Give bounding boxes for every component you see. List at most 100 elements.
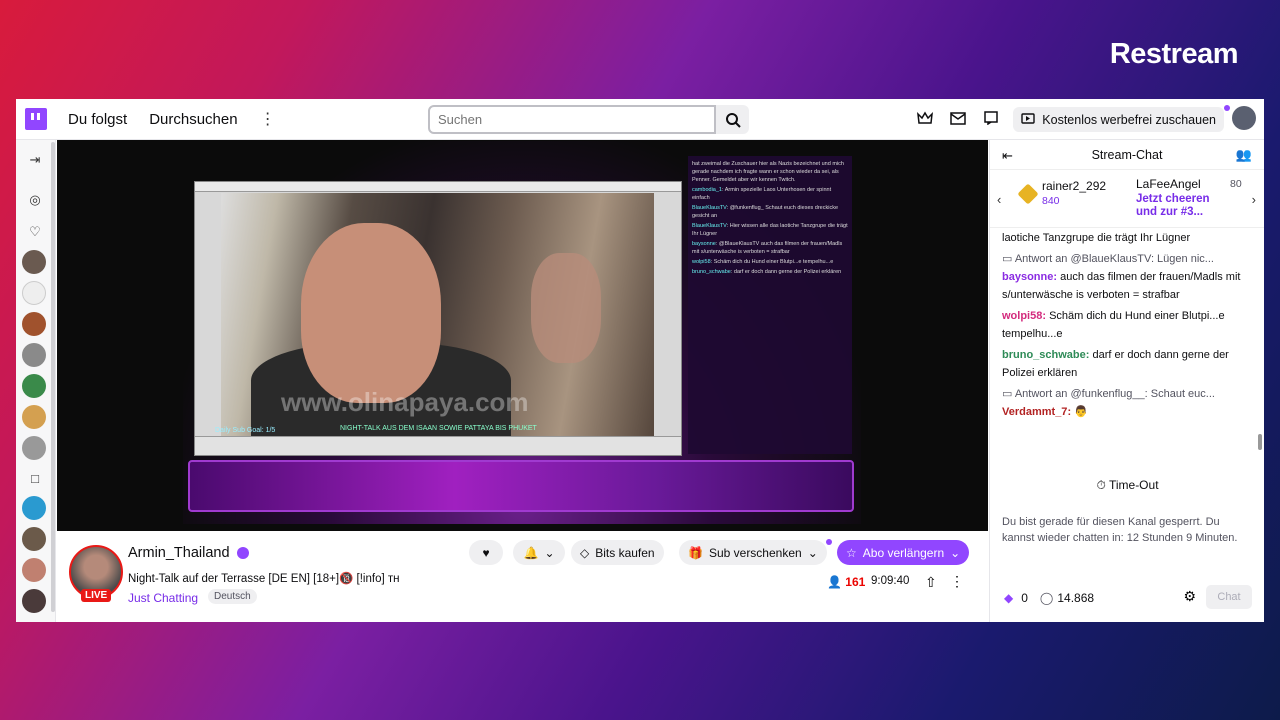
overlay-chat-line: cambodia_1: Armin spezielle Laos Unterho… [692, 186, 848, 202]
overlay-chat-line: bruno_schwabe: darf er doch dann gerne d… [692, 268, 848, 276]
expand-sidebar-icon[interactable]: ⇥ [27, 152, 43, 168]
more-options-icon[interactable]: ⋮ [950, 573, 964, 590]
search-input[interactable] [428, 105, 716, 134]
overlay-chat-line: wolpi58: Schäm dich du Hund einer Blutpi… [692, 258, 848, 266]
chat-send-button[interactable]: Chat [1206, 585, 1252, 609]
channel-avatar[interactable] [22, 496, 46, 520]
nav-following[interactable]: Du folgst [68, 111, 127, 128]
channel-avatar[interactable] [22, 343, 46, 367]
follow-heart-button[interactable]: ♥ [469, 540, 503, 565]
gift-sub-button[interactable]: 🎁 Sub verschenken ⌄ [679, 540, 827, 565]
timeout-text: Time-Out [1108, 478, 1159, 492]
video-player[interactable]: www.olinapaya.com Daily Sub Goal: 1/5 NI… [57, 140, 988, 531]
chat-username[interactable]: wolpi58 [1002, 310, 1042, 322]
chat-username[interactable]: bruno_schwabe [1002, 349, 1086, 361]
chat-message: wolpi58: Schäm dich du Hund einer Blutpi… [1002, 307, 1253, 343]
streamer-name[interactable]: Armin_Thailand [128, 545, 230, 561]
overlay-chat-line: baysonne: @BlaueKlausTV auch das filmen … [692, 240, 848, 256]
cheer-cta[interactable]: Jetzt cheeren und zur #3... [1136, 193, 1231, 219]
language-tag[interactable]: Deutsch [208, 589, 257, 604]
heart-icon[interactable]: ♡ [27, 224, 43, 240]
search-button[interactable] [716, 105, 749, 134]
capture-taskbar [195, 436, 681, 455]
leader-name[interactable]: LaFeeAngel [1136, 177, 1201, 191]
overlay-chat-user: cambodia_1 [692, 187, 722, 193]
notification-dot [1224, 105, 1230, 111]
twitch-logo-icon[interactable] [25, 108, 47, 130]
browser-window: Du folgst Durchsuchen ⋮ Kostenlos werbef… [16, 99, 1264, 622]
users-icon[interactable]: 👥 [1236, 147, 1252, 163]
channel-avatar[interactable] [22, 589, 46, 613]
bits-leaderboard: ‹ rainer2_292 840 LaFeeAngel 80 Jetzt ch… [990, 170, 1264, 228]
channel-avatar[interactable] [22, 250, 46, 274]
webcam-view: www.olinapaya.com [221, 193, 654, 437]
more-menu-icon[interactable]: ⋮ [260, 109, 276, 129]
nav-browse[interactable]: Durchsuchen [149, 111, 237, 128]
stream-screen-capture: www.olinapaya.com Daily Sub Goal: 1/5 NI… [194, 181, 682, 456]
overlay-chat-user: wolpi58 [692, 259, 711, 265]
reply-text: Antwort an @BlaueKlausTV: Lügen nic... [1014, 253, 1214, 265]
stream-target-icon[interactable]: ◎ [27, 192, 43, 208]
video-camera-icon[interactable]: □ [27, 470, 43, 486]
notification-dot [826, 539, 832, 545]
leader-name[interactable]: rainer2_292 [1042, 179, 1106, 193]
chat-settings-icon[interactable]: ⚙ [1183, 588, 1196, 605]
notifications-button[interactable]: 🔔 ⌄ [513, 540, 565, 565]
channel-avatar[interactable] [22, 527, 46, 551]
chat-username[interactable]: Verdammt_7 [1002, 406, 1067, 418]
bits-icon[interactable]: ◆ [1004, 591, 1013, 605]
heart-icon: ♥ [482, 545, 490, 560]
adfree-button[interactable]: Kostenlos werbefrei zuschauen [1013, 107, 1224, 132]
banned-notice: Du bist gerade für diesen Kanal gesperrt… [1002, 516, 1238, 544]
share-icon[interactable]: ⇧ [925, 574, 937, 591]
adfree-label: Kostenlos werbefrei zuschauen [1042, 112, 1216, 127]
timeout-label: ⏱ Time-Out [990, 478, 1264, 493]
channel-avatar[interactable] [22, 374, 46, 398]
channel-avatar[interactable] [22, 312, 46, 336]
search-icon [725, 112, 741, 128]
buy-bits-button[interactable]: ◇ Bits kaufen [571, 540, 664, 565]
crown-icon[interactable] [917, 110, 933, 126]
chat-scrollbar[interactable] [1258, 434, 1262, 450]
chat-message: bruno_schwabe: darf er doch dann gerne d… [1002, 346, 1253, 382]
channel-info-bar: LIVE Armin_Thailand Night-Talk auf der T… [57, 531, 988, 622]
overlay-chat-line: hat zweimal die Zuschauer hier als Nazis… [692, 160, 848, 184]
user-avatar[interactable] [1232, 106, 1256, 130]
whisper-icon[interactable] [983, 110, 999, 126]
channel-avatar[interactable] [22, 405, 46, 429]
chat-message: baysonne: auch das filmen der frauen/Mad… [1002, 268, 1253, 304]
stream-overlay-chat: hat zweimal die Zuschauer hier als Nazis… [688, 156, 852, 454]
channel-avatar[interactable] [22, 436, 46, 460]
night-talk-ticker: NIGHT-TALK AUS DEM ISAAN SOWIE PATTAYA B… [340, 425, 537, 432]
sidebar-scrollbar[interactable] [51, 142, 55, 612]
chevron-down-icon: ⌄ [807, 545, 818, 560]
overlay-chat-text: : Schäm dich du Hund einer Blutpi...e te… [710, 259, 834, 265]
reply-icon: ▭ [1002, 388, 1015, 400]
timer-icon: ⏱ [1096, 478, 1106, 492]
category-link[interactable]: Just Chatting [128, 591, 198, 605]
chevron-left-icon[interactable]: ‹ [997, 192, 1001, 207]
bits-icon: ◇ [580, 545, 590, 560]
mail-icon[interactable] [950, 110, 966, 126]
buy-bits-label: Bits kaufen [595, 545, 655, 560]
overlay-chat-text: : darf er doch dann gerne der Polizei er… [730, 269, 842, 275]
channel-avatar[interactable] [22, 558, 46, 582]
renew-sub-button[interactable]: ☆ Abo verlängern ⌄ [837, 540, 970, 565]
overlay-chat-user: baysonne [692, 241, 716, 247]
overlay-chat-text: hat zweimal die Zuschauer hier als Nazis… [692, 161, 844, 183]
capture-titlebar [195, 182, 681, 192]
channel-avatar[interactable] [22, 281, 46, 305]
stream-watermark: www.olinapaya.com [281, 387, 529, 417]
top-nav: Du folgst Durchsuchen ⋮ Kostenlos werbef… [16, 99, 1264, 140]
chat-username[interactable]: baysonne [1002, 271, 1053, 283]
viewer-count-value: 161 [845, 575, 866, 589]
webcam-background-person [531, 253, 601, 363]
collapse-chat-icon[interactable]: ⇤ [1002, 148, 1013, 164]
verified-icon [237, 547, 249, 559]
bits-count: 0 [1021, 591, 1028, 605]
chat-text: 👨 [1071, 406, 1088, 418]
channel-points-icon[interactable]: ◯ [1040, 591, 1053, 605]
left-sidebar: ⇥ ◎ ♡ □ [16, 140, 56, 622]
star-icon: ☆ [846, 545, 857, 560]
chevron-right-icon[interactable]: › [1252, 192, 1256, 207]
